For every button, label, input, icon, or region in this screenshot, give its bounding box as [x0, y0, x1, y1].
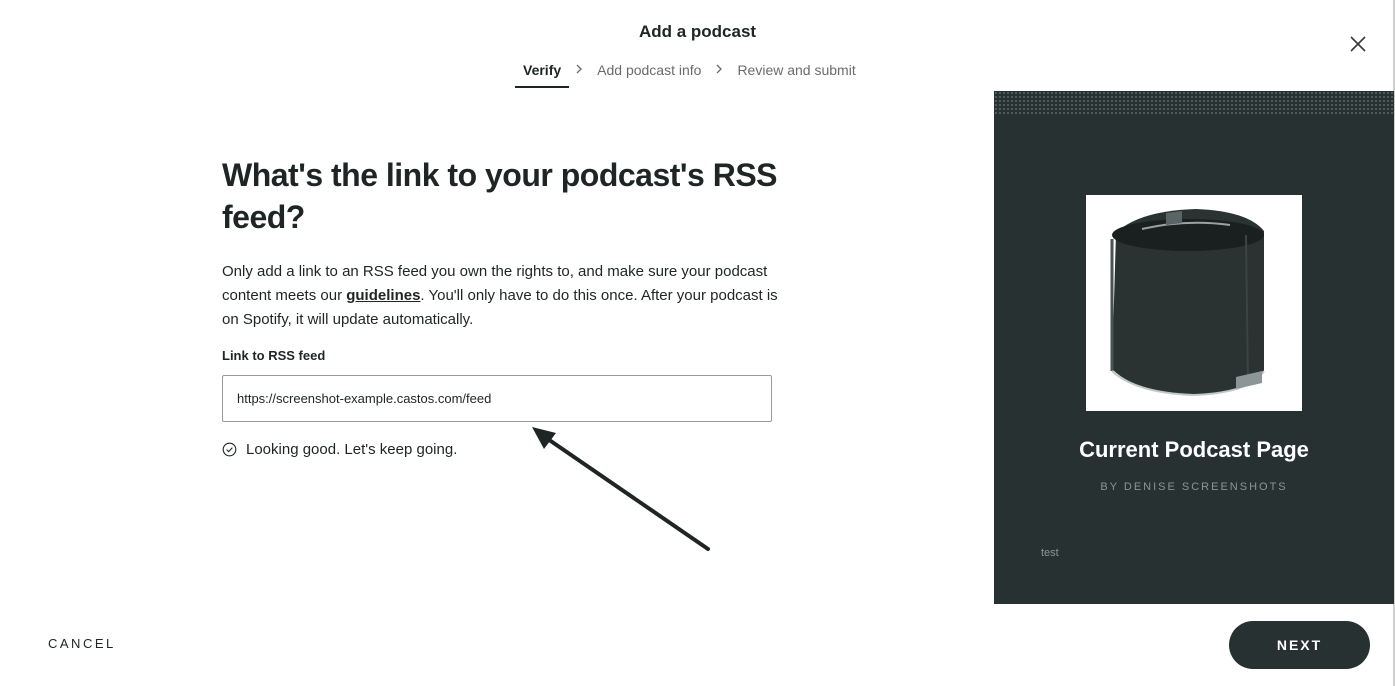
step-review-and-submit[interactable]: Review and submit [729, 60, 863, 88]
chevron-right-icon [711, 60, 727, 78]
close-icon [1350, 36, 1366, 52]
step-verify[interactable]: Verify [515, 60, 570, 88]
podcast-title: Current Podcast Page [1079, 437, 1309, 462]
step-add-podcast-info[interactable]: Add podcast info [589, 60, 709, 88]
validation-status-text: Looking good. Let's keep going. [246, 441, 458, 458]
podcast-description: test [1041, 547, 1059, 559]
podcast-preview-panel: Current Podcast Page BY DENISE SCREENSHO… [994, 91, 1394, 604]
podcast-author: BY DENISE SCREENSHOTS [1100, 481, 1288, 493]
next-button[interactable]: NEXT [1229, 621, 1370, 669]
preview-dot-pattern [994, 91, 1394, 115]
add-podcast-modal: Add a podcast Verify Add podcast info Re… [0, 0, 1395, 686]
validation-status: Looking good. Let's keep going. [222, 441, 457, 458]
annotation-arrow-icon [532, 427, 710, 551]
page-heading: What's the link to your podcast's RSS fe… [222, 157, 778, 235]
description: Only add a link to an RSS feed you own t… [222, 260, 782, 332]
check-circle-icon [222, 442, 237, 457]
rss-field-label: Link to RSS feed [222, 348, 326, 363]
close-button[interactable] [1348, 34, 1368, 54]
chevron-right-icon [571, 60, 587, 78]
modal-title: Add a podcast [638, 22, 757, 41]
stepper: Verify Add podcast info Review and submi… [515, 60, 864, 92]
cancel-button[interactable]: CANCEL [48, 636, 116, 651]
guidelines-link[interactable]: guidelines [346, 287, 420, 304]
podcast-cover-image [1086, 195, 1302, 411]
